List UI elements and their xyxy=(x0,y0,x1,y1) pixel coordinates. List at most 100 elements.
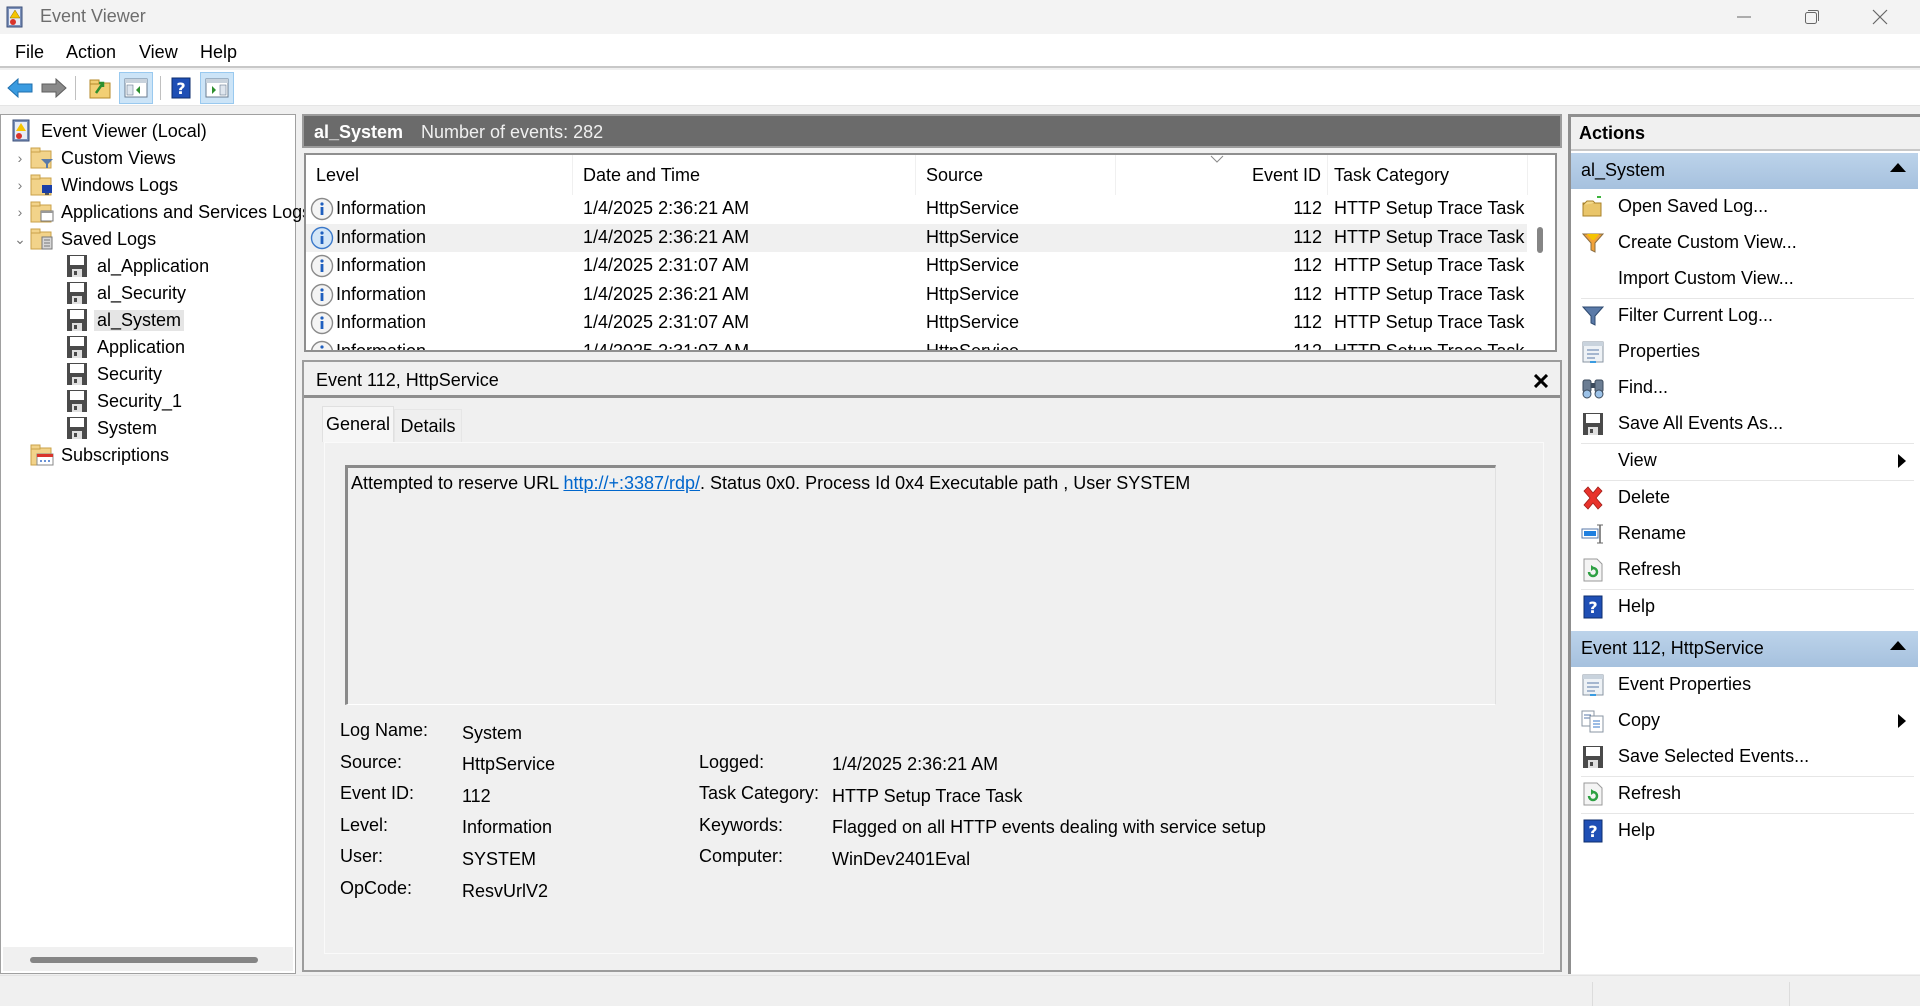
toolbar-separator xyxy=(160,76,161,100)
description-url-link[interactable]: http://+:3387/rdp/ xyxy=(563,473,700,493)
tree-item-saved-log-selected[interactable]: al_System xyxy=(65,307,185,333)
field-value-task-category: HTTP Setup Trace Task xyxy=(832,786,1023,806)
event-row[interactable]: Information 1/4/2025 2:31:07 AM HttpServic… xyxy=(306,338,1528,350)
action-create-custom-view[interactable]: Create Custom View... xyxy=(1571,225,1918,261)
collapse-caret-icon[interactable] xyxy=(1890,163,1906,172)
tree-horizontal-scrollbar[interactable] xyxy=(3,947,293,971)
action-delete[interactable]: Delete xyxy=(1571,480,1918,516)
field-value-computer: WinDev2401Eval xyxy=(832,849,971,869)
forward-button[interactable] xyxy=(37,72,71,104)
event-row[interactable]: Information 1/4/2025 2:31:07 AM HttpServic… xyxy=(306,309,1528,338)
actions-group-header[interactable]: al_System xyxy=(1571,153,1918,189)
up-button[interactable] xyxy=(83,72,117,104)
collapse-caret-icon[interactable] xyxy=(1890,641,1906,650)
saved-log-disk-icon xyxy=(67,336,87,358)
help-button[interactable]: ? xyxy=(164,72,198,104)
action-open-saved-log[interactable]: Open Saved Log... xyxy=(1571,189,1918,225)
column-header-task-category[interactable]: Task Category xyxy=(1328,155,1528,195)
scrollbar-thumb[interactable] xyxy=(30,957,258,963)
action-view[interactable]: View xyxy=(1571,443,1918,479)
action-rename[interactable]: Rename xyxy=(1571,516,1918,552)
action-properties[interactable]: Properties xyxy=(1571,334,1918,370)
delete-icon xyxy=(1583,486,1603,510)
event-row[interactable]: Information 1/4/2025 2:31:07 AM HttpServic… xyxy=(306,252,1528,281)
column-header-source[interactable]: Source xyxy=(916,155,1116,195)
action-help[interactable]: ? Help xyxy=(1571,589,1918,625)
filter-icon xyxy=(1581,306,1605,326)
tree-item-saved-log[interactable]: System xyxy=(65,415,157,441)
chevron-down-icon[interactable]: ⌄ xyxy=(11,231,29,248)
action-import-custom-view[interactable]: Import Custom View... xyxy=(1571,261,1918,297)
event-list: Level Date and Time Source Event ID Task… xyxy=(304,153,1557,352)
action-refresh[interactable]: Refresh xyxy=(1571,776,1918,812)
action-label: Rename xyxy=(1618,523,1687,543)
action-help[interactable]: ? Help xyxy=(1571,813,1918,849)
tab-details[interactable]: Details xyxy=(394,409,462,442)
cell-source: HttpService xyxy=(926,312,1020,332)
field-label-task-category: Task Category: xyxy=(699,783,820,803)
field-label-event-id: Event ID: xyxy=(340,783,415,803)
close-detail-button[interactable] xyxy=(1533,368,1549,394)
action-filter-current-log[interactable]: Filter Current Log... xyxy=(1571,298,1918,334)
cell-level: Information xyxy=(336,312,427,332)
tree-item-event-viewer-local[interactable]: Event Viewer (Local) xyxy=(9,118,207,144)
chevron-right-icon[interactable]: › xyxy=(11,177,29,193)
log-name: al_System xyxy=(314,122,404,142)
tab-general[interactable]: General xyxy=(322,406,394,442)
event-row[interactable]: Information 1/4/2025 2:36:21 AM HttpServic… xyxy=(306,223,1528,252)
submenu-arrow-icon xyxy=(1898,454,1906,468)
tree-item-saved-log[interactable]: Application xyxy=(65,334,185,360)
toolbar-separator xyxy=(75,76,76,100)
menu-view[interactable]: View xyxy=(139,42,178,63)
action-save-all-events-as[interactable]: Save All Events As... xyxy=(1571,406,1918,442)
tree-item-windows-logs[interactable]: › Windows Logs xyxy=(11,172,178,198)
action-find[interactable]: Find... xyxy=(1571,370,1918,406)
tree-item-saved-logs[interactable]: ⌄ Saved Logs xyxy=(11,226,156,252)
chevron-right-icon[interactable]: › xyxy=(11,204,29,220)
tree-item-subscriptions[interactable]: Subscriptions xyxy=(29,442,169,468)
rename-icon xyxy=(1581,524,1603,544)
action-copy[interactable]: Copy xyxy=(1571,703,1918,739)
event-list-vertical-scrollbar[interactable] xyxy=(1527,195,1553,350)
event-row[interactable]: Information 1/4/2025 2:36:21 AM HttpServic… xyxy=(306,281,1528,310)
chevron-right-icon[interactable]: › xyxy=(11,150,29,166)
menu-file[interactable]: File xyxy=(15,42,44,63)
close-window-button[interactable] xyxy=(1846,0,1914,34)
action-label: Properties xyxy=(1618,341,1701,361)
event-description[interactable]: Attempted to reserve URL http://+:3387/r… xyxy=(345,465,1496,705)
restore-button[interactable] xyxy=(1778,0,1846,34)
action-event-properties[interactable]: Event Properties xyxy=(1571,667,1918,703)
show-hide-console-tree-button[interactable] xyxy=(119,72,153,104)
information-icon xyxy=(310,197,334,221)
scrollbar-thumb[interactable] xyxy=(1537,227,1543,253)
event-count: Number of events: 282 xyxy=(421,122,604,142)
field-label-opcode: OpCode: xyxy=(340,878,413,898)
actions-group-header[interactable]: Event 112, HttpService xyxy=(1571,631,1918,667)
action-refresh[interactable]: Refresh xyxy=(1571,552,1918,588)
help-icon: ? xyxy=(171,77,191,99)
folder-log-icon xyxy=(30,228,53,250)
tree-item-applications-services-logs[interactable]: › Applications and Services Logs xyxy=(11,199,311,225)
event-row[interactable]: Information 1/4/2025 2:36:21 AM HttpServic… xyxy=(306,195,1528,224)
menu-help[interactable]: Help xyxy=(200,42,237,63)
minimize-button[interactable] xyxy=(1710,0,1778,34)
tree-item-saved-log[interactable]: al_Application xyxy=(65,253,209,279)
svg-text:?: ? xyxy=(1588,822,1597,841)
column-header-date-time[interactable]: Date and Time xyxy=(573,155,916,195)
tree-item-saved-log[interactable]: Security xyxy=(65,361,162,387)
cell-source: HttpService xyxy=(926,226,1020,247)
menu-action[interactable]: Action xyxy=(66,42,116,63)
action-save-selected-events[interactable]: Save Selected Events... xyxy=(1571,739,1918,775)
saved-log-disk-icon xyxy=(67,282,87,304)
tree-item-saved-log[interactable]: al_Security xyxy=(65,280,186,306)
svg-text:?: ? xyxy=(1588,598,1597,617)
column-header-level[interactable]: Level xyxy=(306,155,573,195)
show-hide-action-pane-button[interactable] xyxy=(200,72,234,104)
back-button[interactable] xyxy=(3,72,37,104)
tree-item-saved-log[interactable]: Security_1 xyxy=(65,388,182,414)
action-label: Refresh xyxy=(1618,783,1682,803)
tree-item-custom-views[interactable]: › Custom Views xyxy=(11,145,176,171)
save-icon xyxy=(1583,746,1603,768)
field-label-logged: Logged: xyxy=(699,752,765,772)
subscriptions-icon xyxy=(30,444,54,466)
